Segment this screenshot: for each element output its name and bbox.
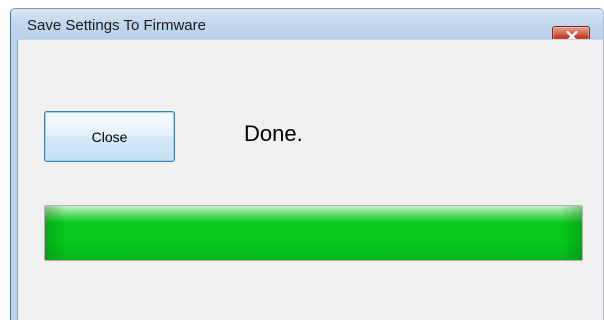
status-text: Done.: [244, 121, 303, 146]
dialog-window: Save Settings To Firmware Close Done.: [10, 8, 604, 320]
dialog-body: Close Done.: [17, 39, 603, 320]
window-title: Save Settings To Firmware: [27, 17, 206, 34]
progress-fill: [45, 206, 582, 260]
progress-bar: [44, 205, 583, 261]
close-button[interactable]: Close: [44, 111, 175, 162]
title-bar[interactable]: Save Settings To Firmware: [11, 9, 603, 39]
